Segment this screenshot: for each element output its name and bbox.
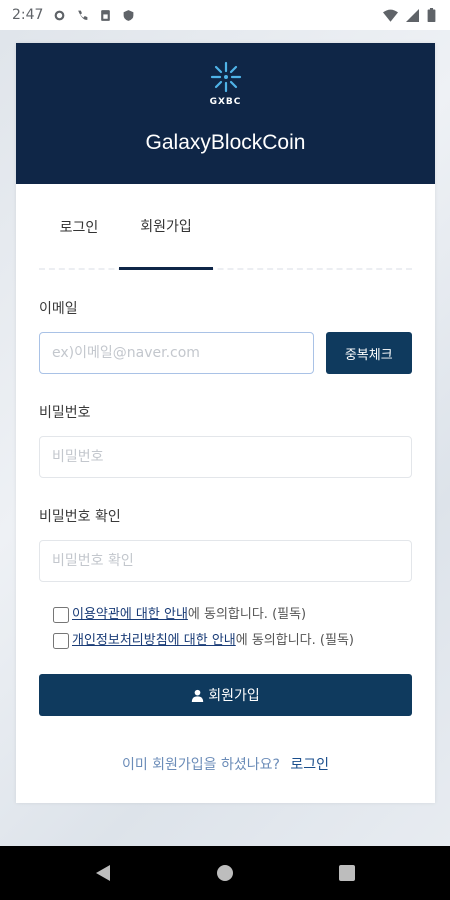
status-left: 2:47	[12, 7, 135, 23]
login-prompt: 이미 회원가입을 하셨나요? 로그인	[39, 754, 412, 774]
signup-card: GXBC GalaxyBlockCoin 로그인 회원가입 이메일 중복체크 비…	[16, 43, 435, 803]
login-question: 이미 회원가입을 하셨나요?	[121, 757, 280, 773]
navigation-bar	[0, 846, 450, 900]
phone-icon	[78, 10, 88, 20]
privacy-checkbox[interactable]	[53, 633, 69, 649]
back-icon[interactable]	[95, 864, 111, 882]
password-confirm-label: 비밀번호 확인	[39, 509, 121, 525]
status-bar: 2:47	[0, 0, 450, 30]
privacy-link[interactable]: 개인정보처리방침에 대한 안내	[72, 633, 236, 648]
recents-icon[interactable]	[339, 865, 355, 881]
signup-submit-button[interactable]: 회원가입	[39, 674, 412, 716]
password-field[interactable]	[39, 436, 412, 478]
status-right	[383, 8, 436, 22]
agreements: 이용약관에 대한 안내에 동의합니다. (필독) 개인정보처리방침에 대한 안내…	[39, 604, 412, 652]
logo-text: GXBC	[209, 97, 242, 107]
email-label: 이메일	[39, 301, 78, 317]
terms-agreement: 이용약관에 대한 안내에 동의합니다. (필독)	[39, 604, 412, 626]
battery-icon	[427, 8, 436, 22]
tab-signup[interactable]: 회원가입	[119, 184, 213, 270]
wifi-icon	[383, 9, 398, 22]
password-label: 비밀번호	[39, 405, 91, 421]
login-link[interactable]: 로그인	[290, 757, 329, 773]
brand-name: GalaxyBlockCoin	[145, 131, 306, 154]
tab-login[interactable]: 로그인	[39, 184, 119, 270]
email-row: 중복체크	[39, 332, 412, 374]
privacy-text: 개인정보처리방침에 대한 안내에 동의합니다. (필독)	[72, 630, 354, 652]
privacy-agreement: 개인정보처리방침에 대한 안내에 동의합니다. (필독)	[39, 630, 412, 652]
settings-icon	[55, 10, 65, 20]
shield-icon	[124, 9, 134, 21]
logo: GXBC	[204, 59, 248, 113]
terms-suffix: 에 동의합니다. (필독)	[187, 607, 307, 622]
privacy-suffix: 에 동의합니다. (필독)	[235, 633, 354, 648]
password-confirm-field[interactable]	[39, 540, 412, 582]
terms-link[interactable]: 이용약관에 대한 안내	[72, 607, 188, 622]
brand-header: GXBC GalaxyBlockCoin	[16, 43, 435, 184]
terms-text: 이용약관에 대한 안내에 동의합니다. (필독)	[72, 604, 306, 626]
signal-icon	[406, 8, 419, 22]
status-time: 2:47	[12, 7, 44, 23]
auth-tabs: 로그인 회원가입	[39, 184, 412, 270]
duplicate-check-button[interactable]: 중복체크	[325, 332, 412, 374]
email-field[interactable]	[39, 332, 314, 374]
user-icon	[192, 689, 204, 702]
home-icon[interactable]	[216, 864, 234, 882]
signup-form: 이메일 중복체크 비밀번호 비밀번호 확인 이용약관에 대한 안내에 동의합니다…	[16, 298, 435, 774]
galaxy-logo-icon	[210, 61, 241, 93]
terms-checkbox[interactable]	[53, 607, 69, 623]
signup-submit-label: 회원가입	[208, 688, 260, 704]
sim-icon	[101, 9, 111, 21]
